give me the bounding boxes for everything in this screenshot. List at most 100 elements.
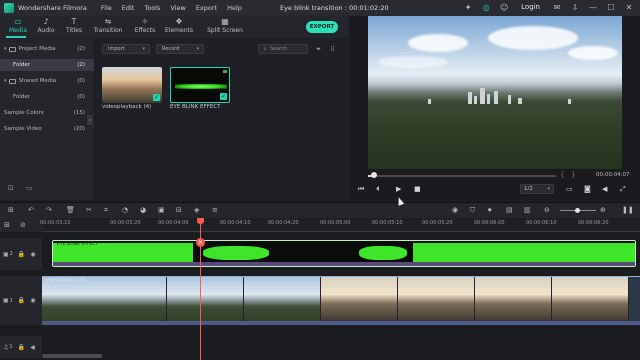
search-input[interactable]: ⌕ Search: [258, 44, 308, 54]
maximize-icon[interactable]: ☐: [606, 2, 616, 12]
display-icon[interactable]: ▭: [566, 185, 573, 193]
import-dropdown[interactable]: Import ▾: [102, 44, 150, 54]
tab-elements[interactable]: ❖ Elements: [161, 17, 197, 34]
library-project-media[interactable]: ▾ Project Media (2): [0, 43, 94, 55]
mark-in-out-icon[interactable]: { }: [560, 171, 576, 179]
play-backward-icon[interactable]: ⏴: [376, 185, 380, 194]
cut-icon[interactable]: ✂: [86, 206, 92, 214]
media-label: videoplayback (4): [102, 104, 152, 110]
grid-view-icon[interactable]: ⁞⁞: [328, 44, 337, 54]
timeline-clip-eye-blink-effect[interactable]: EYE BLINK EFFECT: [52, 240, 636, 267]
chevron-down-icon: ▾: [4, 46, 7, 52]
menu-export[interactable]: Export: [196, 4, 217, 12]
ruler-label: 00:00:04:10: [220, 220, 251, 226]
export-button[interactable]: EXPORT: [306, 21, 338, 33]
library-item-count: (0): [77, 78, 85, 84]
volume-icon[interactable]: ◀: [602, 185, 607, 193]
library-item-count: (2): [77, 46, 85, 52]
cloud: [568, 46, 618, 60]
link-icon[interactable]: ⊘: [20, 221, 26, 229]
speaker-icon[interactable]: ◀: [30, 344, 35, 351]
adjust-icon[interactable]: ⊟: [176, 206, 182, 214]
login-button[interactable]: Login: [521, 3, 540, 11]
zoom-in-icon[interactable]: ⊕: [600, 206, 606, 214]
color-icon[interactable]: ◕: [140, 206, 146, 214]
tab-effects[interactable]: ✧ Effects: [127, 17, 163, 34]
tab-split-screen[interactable]: ▦ Split Screen: [203, 17, 247, 34]
chevron-down-icon: ▾: [4, 78, 7, 84]
tab-transition[interactable]: ⇋ Transition: [90, 17, 126, 34]
render-icon[interactable]: ◉: [452, 206, 458, 214]
microphone-icon[interactable]: ⏺: [488, 206, 492, 215]
undo-icon[interactable]: ↶: [28, 206, 34, 214]
video-preview[interactable]: [368, 16, 622, 169]
user-icon[interactable]: ☺: [499, 2, 509, 12]
library-item-count: (0): [77, 94, 85, 100]
message-icon[interactable]: ✉: [552, 2, 562, 12]
zoom-handle[interactable]: [575, 208, 580, 213]
library-folder-shared[interactable]: Folder (0): [0, 91, 94, 103]
tab-titles[interactable]: T Titles: [56, 17, 92, 34]
crop-icon[interactable]: ⌗: [104, 206, 108, 215]
stop-icon[interactable]: ■: [414, 185, 421, 193]
step-back-icon[interactable]: ⏮: [358, 185, 364, 194]
lock-icon[interactable]: 🔒: [18, 251, 25, 258]
tab-titles-label: Titles: [66, 27, 82, 34]
close-icon[interactable]: ✕: [624, 2, 634, 12]
delete-icon[interactable]: 🗑: [66, 206, 75, 214]
library-sample-video[interactable]: Sample Video (20): [0, 123, 94, 135]
clip-label: videoplayback (4): [46, 278, 87, 283]
folder-icon[interactable]: ▭: [26, 184, 33, 192]
green-screen-icon[interactable]: ▣: [158, 206, 165, 214]
audio-mixer-icon[interactable]: ≡: [212, 206, 218, 214]
search-icon: ⌕: [264, 46, 267, 52]
download-icon[interactable]: ⇩: [570, 2, 580, 12]
voiceover-icon[interactable]: ▤: [506, 206, 513, 214]
eye-icon[interactable]: ◉: [30, 297, 35, 304]
collapse-panel-button[interactable]: ‹: [87, 115, 93, 125]
menu-help[interactable]: Help: [227, 4, 242, 12]
add-track-icon[interactable]: ⊞: [8, 206, 14, 214]
filter-icon[interactable]: ⏷: [314, 44, 323, 54]
split-icon[interactable]: ✕: [196, 238, 205, 247]
library-item-label: Shared Media: [18, 78, 57, 84]
media-thumbnail-videoplayback[interactable]: ✓: [102, 67, 162, 103]
menu-edit[interactable]: Edit: [122, 4, 135, 12]
pause-icon[interactable]: ❚❚: [622, 206, 634, 214]
headset-icon[interactable]: ◎: [481, 2, 491, 12]
record-dropdown[interactable]: Record ▾: [156, 44, 204, 54]
timeline-scrollbar[interactable]: [42, 354, 102, 358]
speed-icon[interactable]: ◔: [122, 206, 128, 214]
timeline-ruler[interactable]: 00:00:03:10 00:00:03:20 00:00:04:00 00:0…: [40, 218, 640, 232]
eye-icon[interactable]: ◉: [30, 251, 35, 258]
library-folder-project[interactable]: Folder (2): [0, 59, 94, 71]
fullscreen-icon[interactable]: ⤢: [620, 185, 626, 194]
minimize-icon[interactable]: —: [588, 2, 598, 12]
menu-tools[interactable]: Tools: [144, 4, 160, 12]
play-icon[interactable]: ▶: [396, 185, 401, 193]
lightbulb-icon[interactable]: ✦: [463, 2, 473, 12]
filmora-logo-icon: [4, 3, 14, 13]
scrub-handle[interactable]: [370, 172, 377, 178]
lock-icon[interactable]: 🔒: [18, 297, 25, 304]
library-shared-media[interactable]: ▾ Shared Media (0): [0, 75, 94, 87]
timeline-clip-videoplayback[interactable]: videoplayback (4): [42, 276, 640, 325]
snapshot-icon[interactable]: ◙: [584, 185, 591, 193]
zoom-out-icon[interactable]: ⊖: [544, 206, 550, 214]
shield-icon[interactable]: ⛉: [470, 206, 475, 215]
playback-quality-select[interactable]: 1/2 ▾: [520, 184, 554, 194]
snapshot-icon[interactable]: ▥: [524, 206, 531, 214]
menu-view[interactable]: View: [170, 4, 185, 12]
new-folder-icon[interactable]: ⊡: [8, 184, 14, 192]
library-sample-colors[interactable]: Sample Colors (15): [0, 107, 94, 119]
menu-file[interactable]: File: [101, 4, 112, 12]
title-bar: Wondershare Filmora File Edit Tools View…: [0, 0, 640, 16]
lock-icon[interactable]: 🔒: [18, 344, 25, 351]
redo-icon[interactable]: ↷: [46, 206, 52, 214]
city-skyline: [368, 86, 622, 104]
media-thumbnail-eye-blink[interactable]: ✓: [170, 67, 230, 103]
keyframe-icon[interactable]: ◈: [194, 206, 199, 214]
add-media-track-icon[interactable]: ⊞: [4, 221, 10, 229]
scrub-track[interactable]: [368, 175, 556, 177]
app-name: Wondershare Filmora: [18, 4, 87, 12]
